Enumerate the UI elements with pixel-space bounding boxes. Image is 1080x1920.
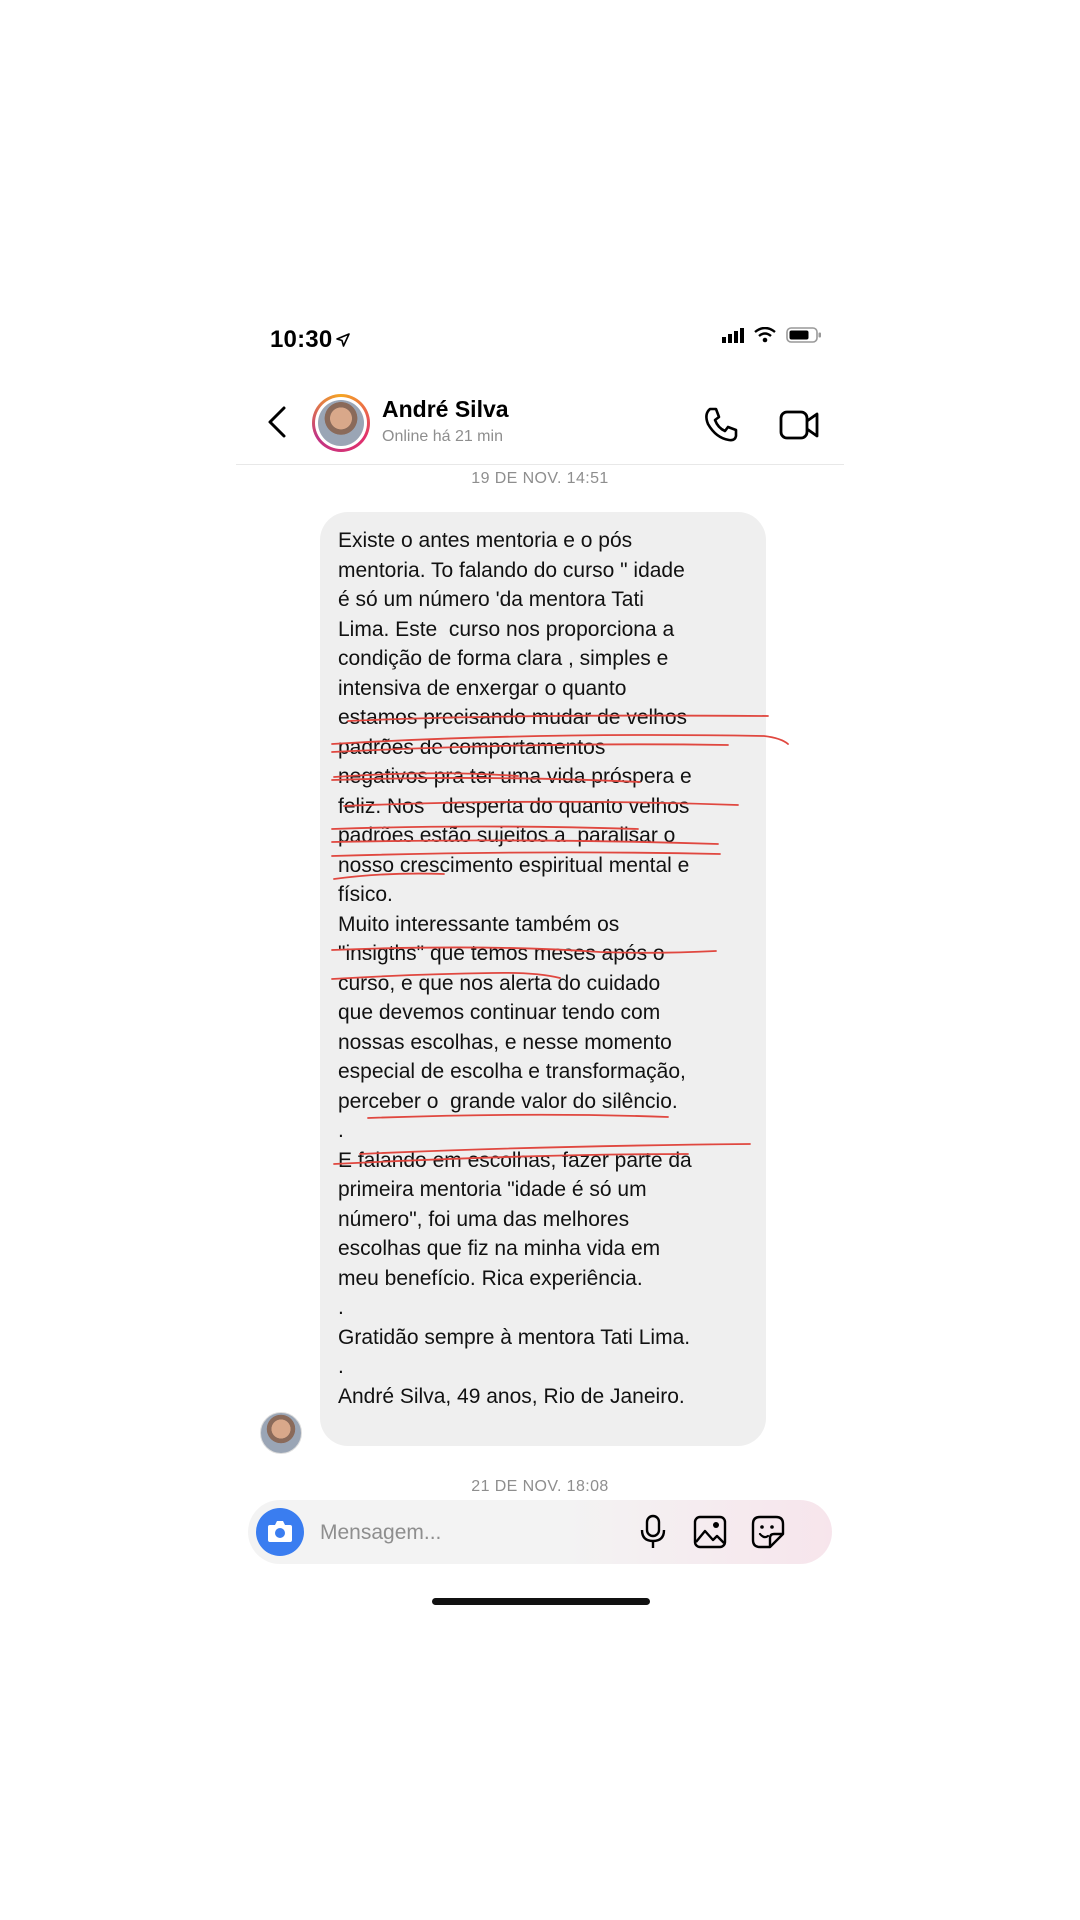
message-line: negativos pra ter uma vida próspera e (338, 765, 692, 788)
video-call-button[interactable] (778, 404, 820, 444)
camera-button[interactable] (256, 1508, 304, 1556)
video-camera-icon (779, 410, 819, 440)
message-line: "insigths" que temos meses após o (338, 942, 665, 965)
message-line: padrões estão sujeitos a paralisar o (338, 824, 676, 847)
message-line: meu benefício. Rica experiência. (338, 1266, 643, 1290)
message-line: estamos precisando mudar de velhos (338, 706, 688, 729)
message-composer (248, 1500, 832, 1564)
battery-icon (786, 327, 821, 343)
timestamp: 19 DE NOV. 14:51 (471, 470, 609, 487)
message-line: Muito interessante também os (338, 912, 620, 936)
avatar[interactable] (312, 394, 370, 452)
message-line: primeira mentoria "idade é só um (338, 1178, 647, 1201)
message-line: feliz. Nos desperta do quanto velhos (338, 794, 690, 818)
sticker-icon (751, 1515, 785, 1549)
message-line: Lima. Este curso nos proporciona a (338, 617, 675, 641)
home-indicator (432, 1598, 650, 1605)
message-line: E falando em escolhas, fazer parte da (338, 1148, 692, 1172)
message-text: Existe o antes mentoria e o pós mentoria.… (338, 526, 748, 1411)
sender-avatar[interactable] (260, 1412, 302, 1454)
message-line: que devemos continuar tendo com (338, 1001, 661, 1024)
message-bubble[interactable]: Existe o antes mentoria e o pós mentoria.… (320, 512, 766, 1446)
message-line: Gratidão sempre à mentora Tati Lima. (338, 1325, 691, 1349)
timestamp: 21 DE NOV. 18:08 (471, 1478, 609, 1495)
message-line: é só um número 'da mentora Tati (338, 588, 644, 611)
status-time: 10:30 (270, 326, 351, 354)
message-line: mentoria. To falando do curso " idade (338, 558, 685, 582)
avatar-photo (318, 400, 364, 446)
message-line: número", foi uma das melhores (338, 1207, 630, 1231)
contact-status: Online há 21 min (382, 428, 503, 445)
message-line: intensiva de enxergar o quanto (338, 676, 627, 700)
location-arrow-icon (336, 331, 351, 352)
status-icons (722, 326, 822, 344)
message-line: nossas escolhas, e nesse momento (338, 1030, 672, 1054)
back-button[interactable] (262, 402, 292, 442)
sticker-button[interactable] (750, 1514, 786, 1550)
gallery-button[interactable] (692, 1514, 728, 1550)
message-line: físico. (338, 883, 393, 906)
chat-screen: 10:30 André Silva Online há 21 min 19 DE… (236, 312, 844, 1612)
message-line: perceber o grande valor do silêncio. (338, 1089, 678, 1113)
microphone-button[interactable] (638, 1514, 668, 1550)
microphone-icon (640, 1514, 666, 1548)
message-line: . (338, 1296, 344, 1319)
message-line: Existe o antes mentoria e o pós (338, 529, 633, 552)
message-line: padrões de comportamentos (338, 735, 606, 759)
chat-header: André Silva Online há 21 min (236, 382, 844, 465)
signal-icon (722, 328, 744, 343)
call-button[interactable] (700, 404, 740, 444)
message-line: André Silva, 49 anos, Rio de Janeiro. (338, 1384, 685, 1408)
contact-name[interactable]: André Silva (382, 396, 509, 423)
chevron-left-icon (268, 406, 286, 438)
message-line: nosso crescimento espiritual mental e (338, 853, 690, 877)
message-input[interactable] (318, 1514, 572, 1552)
phone-icon (705, 407, 738, 442)
message-line: escolhas que fiz na minha vida em (338, 1237, 661, 1260)
message-line: condição de forma clara , simples e (338, 647, 669, 670)
message-line: . (338, 1119, 344, 1142)
message-line: . (338, 1355, 344, 1378)
wifi-icon (754, 327, 776, 343)
camera-icon (268, 1521, 292, 1542)
message-line: curso, e que nos alerta do cuidado (338, 971, 661, 995)
image-icon (693, 1515, 727, 1549)
message-line: especial de escolha e transformação, (338, 1060, 686, 1083)
